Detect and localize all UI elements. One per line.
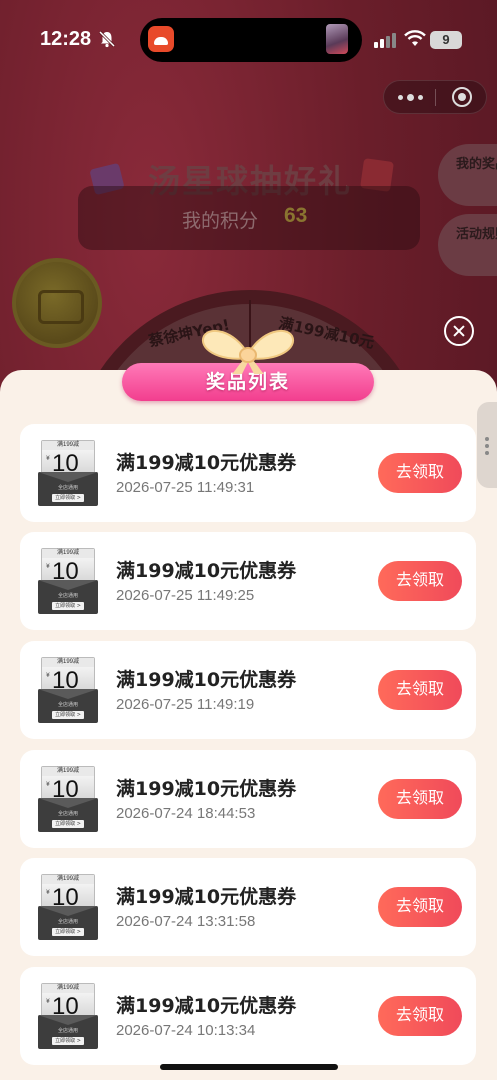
more-dots-icon[interactable] xyxy=(384,81,436,113)
prize-time: 2026-07-25 11:49:19 xyxy=(116,696,255,713)
wifi-icon xyxy=(404,30,426,46)
prize-card: 满199减 ¥10 全店通用 立即领取 > 满199减10元优惠券 2026-07-… xyxy=(20,532,476,630)
mini-program-capsule xyxy=(383,80,487,114)
prize-card: 满199减 ¥10 全店通用 立即领取 > 满199减10元优惠券 2026-07-… xyxy=(20,424,476,522)
prize-time: 2026-07-24 18:44:53 xyxy=(116,805,256,822)
prize-card: 满199减 ¥10 全店通用 立即领取 > 满199减10元优惠券 2026-07-… xyxy=(20,967,476,1065)
prize-name: 满199减10元优惠券 xyxy=(116,560,297,582)
clock: 12:28 xyxy=(40,28,92,50)
close-circle-icon[interactable] xyxy=(452,87,472,107)
claim-button[interactable]: 去领取 xyxy=(378,779,462,819)
prize-card: 满199减 ¥10 全店通用 立即领取 > 满199减10元优惠券 2026-07-… xyxy=(20,858,476,956)
prize-time: 2026-07-24 13:31:58 xyxy=(116,913,256,930)
prize-name: 满199减10元优惠券 xyxy=(116,452,297,474)
app-icon xyxy=(148,26,174,52)
prize-name: 满199减10元优惠券 xyxy=(116,669,297,691)
coupon-icon: 满199减 ¥10 全店通用 立即领取 > xyxy=(38,655,98,723)
battery-icon: 9 xyxy=(430,31,462,49)
coupon-icon: 满199减 ¥10 全店通用 立即领取 > xyxy=(38,546,98,614)
claim-button[interactable]: 去领取 xyxy=(378,453,462,493)
close-icon[interactable] xyxy=(444,316,474,346)
status-bar: 12:28 9 xyxy=(0,18,497,64)
points-value: 63 xyxy=(284,204,308,227)
bow-icon xyxy=(201,329,295,374)
points-label: 我的积分 xyxy=(182,210,259,232)
coupon-icon: 满199减 ¥10 全店通用 立即领取 > xyxy=(38,872,98,940)
prize-card: 满199减 ¥10 全店通用 立即领取 > 满199减10元优惠券 2026-07-… xyxy=(20,641,476,739)
coupon-icon: 满199减 ¥10 全店通用 立即领取 > xyxy=(38,981,98,1049)
claim-button[interactable]: 去领取 xyxy=(378,561,462,601)
my-prizes-button[interactable]: 我的奖品 xyxy=(438,144,497,206)
prize-time: 2026-07-25 11:49:25 xyxy=(116,587,255,604)
bell-off-icon xyxy=(98,30,116,48)
prize-name: 满199减10元优惠券 xyxy=(116,886,297,908)
points-panel: 我的积分 63 xyxy=(78,186,420,250)
signal-icon xyxy=(374,32,398,48)
claim-button[interactable]: 去领取 xyxy=(378,670,462,710)
dynamic-island[interactable] xyxy=(140,18,362,62)
home-indicator[interactable] xyxy=(160,1064,338,1070)
coin-icon xyxy=(12,258,102,348)
now-playing-art xyxy=(326,24,348,54)
capsule-divider xyxy=(435,89,436,106)
prize-name: 满199减10元优惠券 xyxy=(116,778,297,800)
claim-button[interactable]: 去领取 xyxy=(378,887,462,927)
prize-time: 2026-07-24 10:13:34 xyxy=(116,1022,256,1039)
prize-time: 2026-07-25 11:49:31 xyxy=(116,479,255,496)
prize-card: 满199减 ¥10 全店通用 立即领取 > 满199减10元优惠券 2026-07-… xyxy=(20,750,476,848)
rules-button[interactable]: 活动规则 xyxy=(438,214,497,276)
scroll-handle[interactable] xyxy=(477,402,497,488)
coupon-icon: 满199减 ¥10 全店通用 立即领取 > xyxy=(38,764,98,832)
coupon-icon: 满199减 ¥10 全店通用 立即领取 > xyxy=(38,438,98,506)
claim-button[interactable]: 去领取 xyxy=(378,996,462,1036)
prize-list-sheet: 满199减 ¥10 全店通用 立即领取 > 满199减10元优惠券 2026-07-… xyxy=(0,370,497,1080)
prize-name: 满199减10元优惠券 xyxy=(116,995,297,1017)
